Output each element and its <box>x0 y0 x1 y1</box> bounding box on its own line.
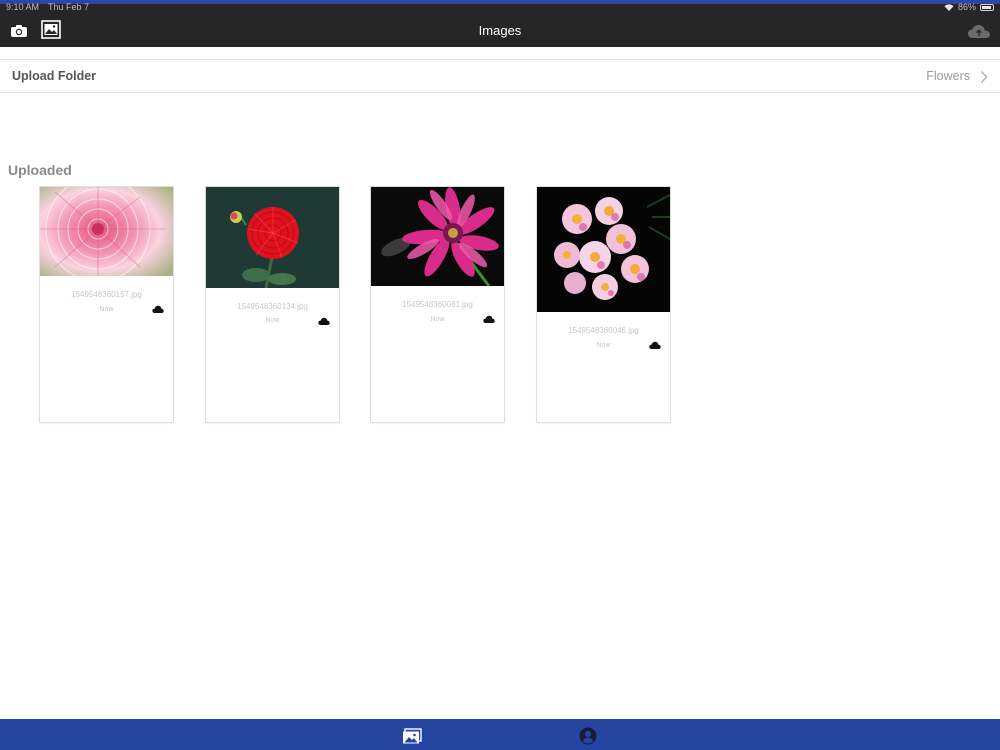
cloud-upload-icon <box>968 24 990 38</box>
status-indicators: 86% <box>944 0 994 14</box>
cloud-icon <box>318 317 330 325</box>
section-title-uploaded: Uploaded <box>8 162 72 178</box>
image-filename: 1549548360081.jpg <box>402 300 473 309</box>
image-card[interactable]: 1549548360157.jpg Now <box>40 187 173 422</box>
tab-images[interactable] <box>401 726 423 746</box>
app-root: Images 9:10 AM Thu Feb 7 86% Upload Fold… <box>0 0 1000 750</box>
image-filename: 1549548360157.jpg <box>71 290 142 299</box>
status-time: 9:10 AM <box>6 2 40 12</box>
image-filename: 1549548360134.jpg <box>237 302 308 311</box>
chevron-right-icon <box>980 70 988 84</box>
cloud-upload-button[interactable] <box>966 20 992 42</box>
status-bar: 9:10 AM Thu Feb 7 86% <box>0 0 1000 14</box>
image-thumbnail <box>206 187 339 288</box>
cloud-icon <box>649 341 661 349</box>
upload-folder-label: Upload Folder <box>12 69 97 83</box>
image-card[interactable]: 1549548360134.jpg Now <box>206 187 339 422</box>
cloud-icon <box>152 305 164 313</box>
tab-bar <box>0 719 1000 750</box>
image-filename: 1549548360046.jpg <box>568 326 639 335</box>
image-thumbnail <box>371 187 504 286</box>
upload-folder-value: Flowers <box>926 69 970 83</box>
tab-account[interactable] <box>577 726 599 746</box>
images-tab-icon <box>403 727 422 743</box>
image-thumbnail <box>40 187 173 276</box>
battery-icon <box>980 3 994 11</box>
account-icon <box>579 727 597 745</box>
cloud-icon <box>483 315 495 323</box>
status-date: Thu Feb 7 <box>48 2 90 12</box>
wifi-icon <box>944 3 954 11</box>
image-thumbnail <box>537 187 670 312</box>
upload-folder-row[interactable]: Upload Folder Flowers <box>0 59 1000 93</box>
battery-percent: 86% <box>957 2 976 12</box>
image-card[interactable]: 1549548360046.jpg Now <box>537 187 670 422</box>
image-card[interactable]: 1549548360081.jpg Now <box>371 187 504 422</box>
